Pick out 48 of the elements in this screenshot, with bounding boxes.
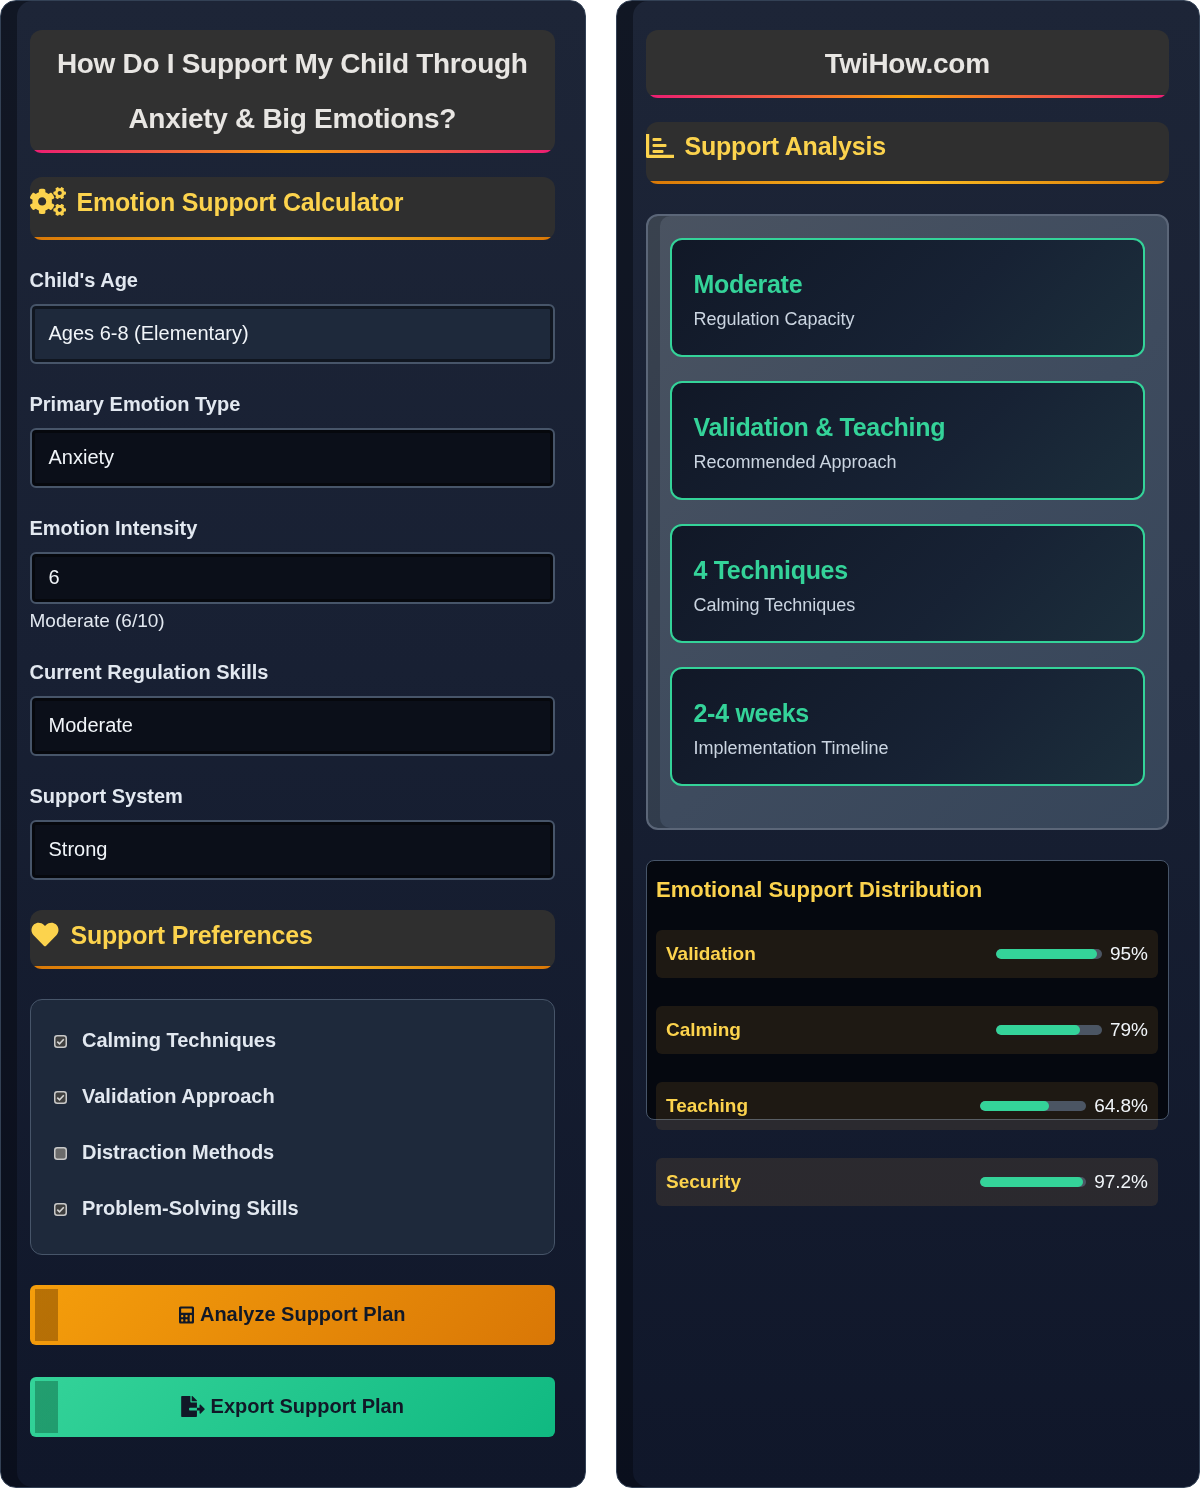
result-value: Moderate <box>693 268 803 300</box>
field-label: Current Regulation Skills <box>29 659 270 684</box>
field-label: Support System <box>29 783 184 808</box>
percent-text: 97.2% <box>1094 1170 1148 1193</box>
checkbox-label: Calming Techniques <box>82 1027 277 1052</box>
row-label: Security <box>666 1170 741 1193</box>
field-label: Emotion Intensity <box>29 515 199 540</box>
result-label: Regulation Capacity <box>693 307 855 330</box>
gears-icon <box>29 187 66 216</box>
checkbox-label: Problem-Solving Skills <box>82 1195 299 1220</box>
section-title: Support Analysis <box>684 130 886 161</box>
result-label: Implementation Timeline <box>693 736 889 759</box>
result-value: 2-4 weeks <box>693 697 809 729</box>
hint-text: Moderate (6/10) <box>29 609 166 632</box>
checkbox[interactable] <box>54 1035 67 1048</box>
section-title: Support Preferences <box>70 919 313 950</box>
row-label: Teaching <box>666 1094 748 1117</box>
distribution-title: Emotional Support Distribution <box>656 876 984 903</box>
percent-text: 95% <box>1109 942 1148 965</box>
checkbox-label: Validation Approach <box>82 1083 275 1108</box>
file-export-icon <box>180 1396 205 1417</box>
checkbox-label: Distraction Methods <box>82 1139 275 1164</box>
field-label: Primary Emotion Type <box>29 391 242 416</box>
checkbox[interactable] <box>54 1203 67 1216</box>
site-title: TwiHow.com <box>645 29 1169 98</box>
percent-text: 64.8% <box>1094 1094 1148 1117</box>
bar-chart-icon <box>645 133 674 158</box>
heart-icon <box>29 921 60 948</box>
analyze-button[interactable]: Analyze Support Plan <box>29 1284 555 1345</box>
section-title: Emotion Support Calculator <box>76 186 404 217</box>
dropdown-field[interactable]: Anxiety <box>29 427 555 488</box>
number-field[interactable]: 6 <box>29 551 555 604</box>
row-label: Calming <box>666 1018 741 1041</box>
dropdown-field[interactable]: Moderate <box>29 695 555 756</box>
result-label: Recommended Approach <box>693 450 897 473</box>
field-label: Child's Age <box>29 267 139 292</box>
dropdown-field[interactable]: Strong <box>29 819 555 880</box>
result-label: Calming Techniques <box>693 593 856 616</box>
dropdown-field[interactable]: Ages 6-8 (Elementary) <box>29 303 555 364</box>
page-title: How Do I Support My Child Through Anxiety & Big Emotions? <box>29 29 555 153</box>
row-label: Validation <box>666 942 756 965</box>
checkbox[interactable] <box>54 1147 67 1160</box>
result-value: Validation & Teaching <box>693 411 946 443</box>
result-value: 4 Techniques <box>693 554 848 586</box>
calculator-icon <box>178 1305 194 1324</box>
checkbox[interactable] <box>54 1091 67 1104</box>
percent-text: 79% <box>1109 1018 1148 1041</box>
export-button[interactable]: Export Support Plan <box>29 1376 555 1437</box>
